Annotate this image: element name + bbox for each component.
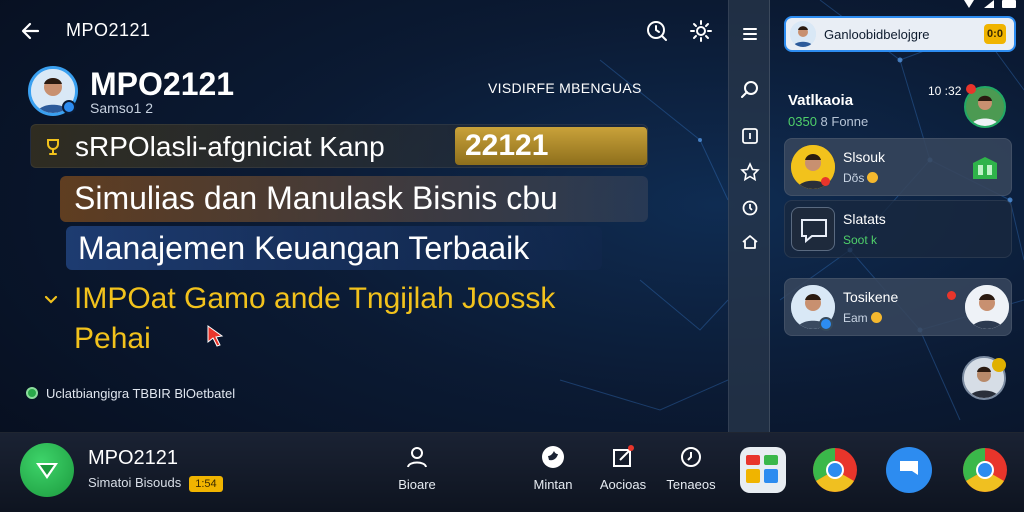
chat-bubble-icon bbox=[791, 207, 835, 251]
clock-icon bbox=[679, 445, 703, 469]
star-icon[interactable] bbox=[740, 162, 760, 182]
right-panel: Ganloobidbelojgre 0:0 Vatlkaoia 0350 8 F… bbox=[770, 0, 1024, 432]
contact-card-status: Eam bbox=[843, 311, 882, 325]
timer-icon[interactable] bbox=[740, 198, 760, 218]
person-icon bbox=[405, 445, 429, 469]
dock-app-subtitle: Simatoi Bisouds 1:54 bbox=[88, 475, 223, 492]
home-icon[interactable] bbox=[740, 232, 760, 252]
contact-top-time: 10 :32 bbox=[928, 84, 962, 98]
arrow-left-icon[interactable] bbox=[18, 18, 44, 44]
promo-row-2[interactable]: Simulias dan Manulask Bisnis cbu bbox=[60, 176, 648, 222]
contact-card-status: Dõs bbox=[843, 171, 879, 185]
nav-label: Aocioas bbox=[599, 477, 647, 492]
footer-note: Uclatbiangigra TBBIR BlOetbatel bbox=[46, 386, 236, 401]
app-logo-icon[interactable] bbox=[20, 443, 74, 497]
mouse-cursor-icon bbox=[206, 324, 226, 348]
notification-dot bbox=[966, 84, 976, 94]
contact-card-status-text: Eam bbox=[843, 311, 868, 325]
contact-top-code: 0350 bbox=[788, 114, 817, 129]
verified-badge-icon bbox=[62, 100, 76, 114]
highlight-line-1: IMPOat Gamo ande Tngijlah Joossk bbox=[74, 282, 556, 315]
contact-card-name: Tosikene bbox=[843, 289, 899, 305]
account-badge: 0:0 bbox=[984, 24, 1006, 44]
account-search-field[interactable]: Ganloobidbelojgre 0:0 bbox=[784, 16, 1016, 52]
status-dot-icon bbox=[26, 387, 38, 399]
nav-label: Bioare bbox=[398, 477, 436, 492]
contact-card[interactable]: Tosikene Eam bbox=[784, 278, 1012, 336]
trophy-icon bbox=[43, 137, 63, 157]
nav-bioare[interactable]: Bioare bbox=[382, 445, 452, 501]
account-search-text: Ganloobidbelojgre bbox=[824, 27, 930, 42]
notification-dot bbox=[821, 177, 830, 186]
notification-dot bbox=[947, 291, 956, 300]
contact-card-status: Soot k bbox=[843, 233, 878, 247]
icon-rail bbox=[728, 0, 770, 432]
promo-row-2-text: Simulias dan Manulask Bisnis cbu bbox=[74, 180, 558, 216]
header-label: VISDIRFE MBENGUAS bbox=[488, 80, 642, 96]
share-icon bbox=[611, 445, 635, 469]
nav-mintan[interactable]: Mintan bbox=[518, 445, 588, 501]
emoji-icon bbox=[870, 312, 882, 323]
promo-row-1[interactable]: sRPOlasli-afgniciat Kanp 22121 bbox=[30, 124, 648, 168]
menu-icon[interactable] bbox=[740, 24, 760, 44]
green-box-icon bbox=[971, 155, 999, 181]
bird-icon bbox=[541, 445, 565, 469]
profile-name: MPO2121 bbox=[90, 66, 235, 102]
contact-card[interactable]: Slsouk Dõs bbox=[784, 138, 1012, 196]
gallery-app-icon[interactable] bbox=[740, 447, 786, 493]
nav-label: Mintan bbox=[533, 477, 573, 492]
contact-top-subtitle: 0350 8 Fonne bbox=[788, 114, 868, 129]
emoji-icon bbox=[867, 172, 879, 183]
contact-card-status-text: Dõs bbox=[843, 171, 865, 185]
nav-label: Tenaeos bbox=[666, 477, 716, 492]
document-icon[interactable] bbox=[740, 126, 760, 146]
contact-card-name: Slatats bbox=[843, 211, 886, 227]
bottom-dock: MPO2121 Simatoi Bisouds 1:54 Bioare Minta… bbox=[0, 432, 1024, 512]
status-bar-icons bbox=[964, 0, 1016, 8]
promo-row-3-text: Manajemen Keuangan Terbaaik bbox=[78, 230, 530, 266]
verified-badge-icon bbox=[819, 317, 833, 331]
dock-subtitle-text: Simatoi Bisouds bbox=[88, 475, 182, 490]
nav-tenaeos[interactable]: Tenaeos bbox=[656, 445, 726, 501]
coin-badge-icon bbox=[992, 358, 1006, 372]
promo-row-3[interactable]: Manajemen Keuangan Terbaaik bbox=[66, 226, 602, 270]
clock-search-icon[interactable] bbox=[644, 18, 670, 44]
contact-top-note: 8 Fonne bbox=[820, 114, 869, 129]
dock-badge: 1:54 bbox=[189, 476, 223, 492]
top-bar-title: MPO2121 bbox=[66, 20, 151, 40]
contact-top-name: Vatlkaoia bbox=[788, 92, 854, 109]
nav-aocioas[interactable]: Aocioas bbox=[588, 445, 658, 501]
settings-gear-icon[interactable] bbox=[688, 18, 714, 44]
dock-app-title: MPO2121 bbox=[88, 447, 179, 469]
contact-card-name: Slsouk bbox=[843, 149, 886, 165]
avatar bbox=[790, 21, 816, 47]
chevron-down-icon[interactable] bbox=[44, 292, 58, 306]
highlight-line-2: Pehai bbox=[74, 322, 151, 355]
avatar bbox=[965, 285, 1009, 329]
promo-row-1-text: sRPOlasli-afgniciat Kanp bbox=[75, 131, 385, 162]
top-bar: MPO2121 bbox=[0, 0, 728, 62]
profile-subtitle: Samso1 2 bbox=[90, 100, 154, 116]
search-icon[interactable] bbox=[740, 80, 760, 100]
contact-card[interactable]: Slatats Soot k bbox=[784, 200, 1012, 258]
messages-app-icon[interactable] bbox=[886, 447, 932, 493]
chrome-icon[interactable] bbox=[812, 447, 858, 493]
chrome-icon[interactable] bbox=[962, 447, 1008, 493]
promo-number-badge: 22121 bbox=[455, 127, 647, 165]
